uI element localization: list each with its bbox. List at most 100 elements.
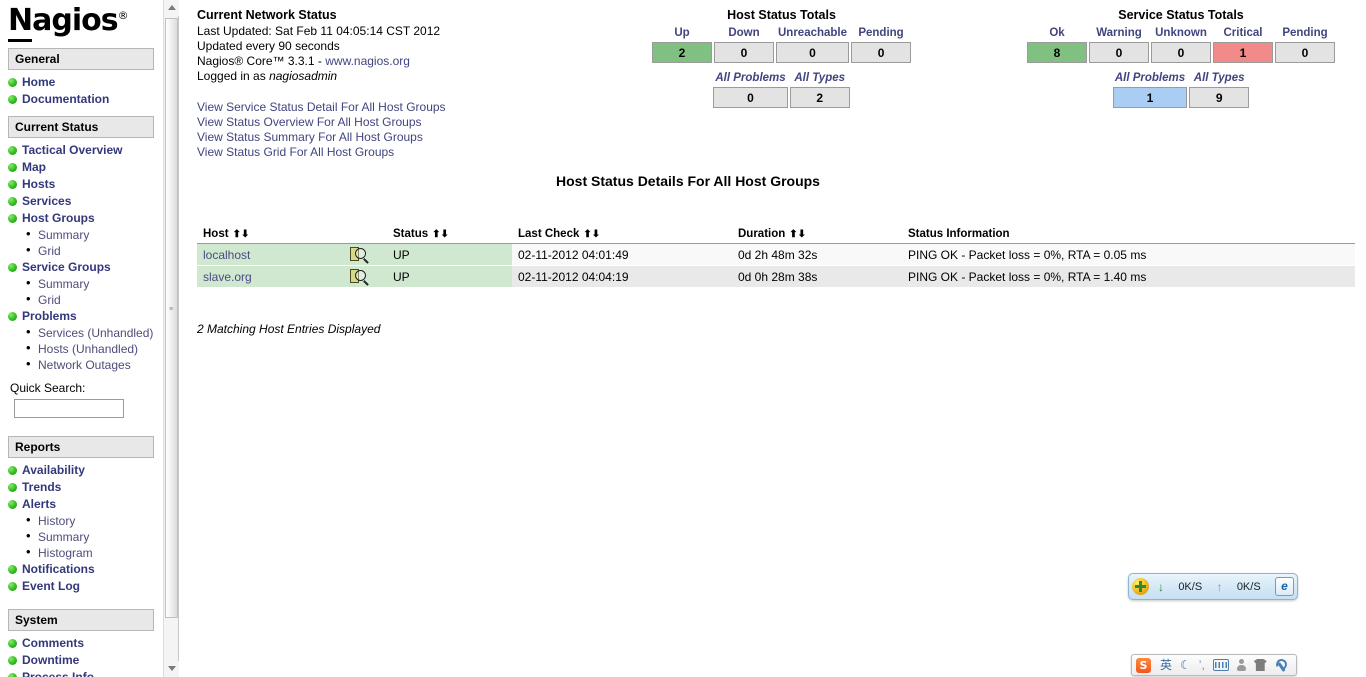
sidebar-subitem-problems-network-outages[interactable]: Network Outages [26, 356, 162, 373]
shirt-icon[interactable] [1253, 659, 1267, 671]
host-link[interactable]: slave.org [203, 270, 252, 284]
sidebar-subitem-alerts-history[interactable]: History [26, 512, 162, 529]
scrollbar-up-button[interactable] [164, 0, 179, 16]
sidebar-subitem-problems-services-unhandled[interactable]: Services (Unhandled) [26, 324, 162, 341]
host-link[interactable]: localhost [203, 248, 250, 262]
sort-desc-icon[interactable]: ⬇ [592, 229, 600, 240]
sidebar-subitem-problems-hosts-unhandled[interactable]: Hosts (Unhandled) [26, 340, 162, 357]
sidebar-item-problems[interactable]: Problems [8, 308, 162, 325]
sidebar-section-general: General [8, 48, 154, 70]
sort-asc-icon[interactable]: ⬆ [233, 229, 241, 240]
sidebar-subitem-alerts-histogram[interactable]: Histogram [26, 544, 162, 561]
sort-asc-icon[interactable]: ⬆ [789, 229, 797, 240]
host-subtotals-value-all-types[interactable]: 2 [789, 87, 850, 108]
service-subtotals-value-all-problems[interactable]: 1 [1112, 87, 1188, 108]
sidebar-item-service-groups[interactable]: Service Groups [8, 259, 162, 276]
nagios-website-link[interactable]: www.nagios.org [325, 54, 410, 68]
sidebar-item-alerts[interactable]: Alerts [8, 496, 162, 513]
link-view-status-summary[interactable]: View Status Summary For All Host Groups [197, 130, 446, 145]
service-totals-header-ok[interactable]: Ok [1027, 27, 1087, 40]
column-header-host[interactable]: Host ⬆⬇ [197, 228, 387, 244]
host-totals-value-down[interactable]: 0 [714, 42, 774, 63]
sidebar-item-event-log[interactable]: Event Log [8, 578, 162, 595]
cell-duration: 0d 0h 28m 38s [732, 265, 902, 288]
sidebar-item-availability[interactable]: Availability [8, 462, 162, 479]
sidebar-item-map[interactable]: Map [8, 159, 162, 176]
cell-host[interactable]: slave.org [197, 265, 387, 288]
ime-language-mode[interactable]: 英 [1160, 658, 1172, 673]
sidebar-item-documentation[interactable]: Documentation [8, 91, 162, 108]
sort-desc-icon[interactable]: ⬇ [798, 229, 806, 240]
sort-arrows-host[interactable]: ⬆⬇ [233, 229, 250, 240]
link-view-service-status-detail[interactable]: View Service Status Detail For All Host … [197, 100, 446, 115]
sidebar-item-notifications[interactable]: Notifications [8, 561, 162, 578]
sidebar-item-services[interactable]: Services [8, 193, 162, 210]
sidebar-scrollbar[interactable]: ≡ [163, 0, 179, 677]
link-view-status-overview[interactable]: View Status Overview For All Host Groups [197, 115, 446, 130]
sidebar-item-tactical-overview[interactable]: Tactical Overview [8, 142, 162, 159]
host-totals-value-unreachable[interactable]: 0 [776, 42, 850, 63]
sidebar-subitem-host-groups-summary[interactable]: Summary [26, 226, 162, 243]
sidebar-item-home[interactable]: Home [8, 74, 162, 91]
sidebar-subitem-service-groups-grid[interactable]: Grid [26, 291, 162, 308]
sidebar-item-hosts[interactable]: Hosts [8, 176, 162, 193]
column-header-status[interactable]: Status ⬆⬇ [387, 228, 512, 244]
sidebar-subitem-alerts-summary[interactable]: Summary [26, 528, 162, 545]
column-label: Status Information [908, 228, 1010, 240]
sidebar-item-comments[interactable]: Comments [8, 635, 162, 652]
host-totals-value-up[interactable]: 2 [652, 42, 712, 63]
wrench-icon[interactable] [1275, 659, 1288, 672]
service-totals-value-critical[interactable]: 1 [1213, 42, 1273, 63]
browser-icon[interactable]: e [1275, 577, 1294, 596]
scrollbar-down-button[interactable] [164, 661, 179, 677]
quick-search-input[interactable] [14, 399, 124, 418]
sort-desc-icon[interactable]: ⬇ [441, 229, 449, 240]
service-totals-header-pending[interactable]: Pending [1275, 27, 1335, 40]
service-totals-value-pending[interactable]: 0 [1275, 42, 1335, 63]
service-totals-value-unknown[interactable]: 0 [1151, 42, 1211, 63]
network-speed-widget[interactable]: ↓ 0K/S ↑ 0K/S e [1128, 573, 1298, 600]
sidebar-list-current-status: Tactical Overview Map Hosts Services Hos… [0, 142, 162, 373]
sort-asc-icon[interactable]: ⬆ [432, 229, 440, 240]
scrollbar-thumb[interactable]: ≡ [165, 18, 178, 618]
sidebar-subitem-service-groups-summary[interactable]: Summary [26, 275, 162, 292]
host-totals-header-unreachable[interactable]: Unreachable [776, 27, 849, 40]
sidebar-item-host-groups[interactable]: Host Groups [8, 210, 162, 227]
traffic-light-magnifier-icon[interactable] [350, 247, 366, 262]
ime-toolbar[interactable]: S 英 ☾ ’, [1131, 654, 1297, 676]
service-subtotals-value-all-types[interactable]: 9 [1189, 87, 1250, 108]
column-header-duration[interactable]: Duration ⬆⬇ [732, 228, 902, 244]
column-header-last-check[interactable]: Last Check ⬆⬇ [512, 228, 732, 244]
moon-icon[interactable]: ☾ [1180, 658, 1191, 673]
host-totals-header-up[interactable]: Up [652, 27, 712, 40]
sidebar-subitem-host-groups-grid[interactable]: Grid [26, 242, 162, 259]
nagios-logo[interactable]: Nagios® [0, 0, 162, 42]
host-totals-value-pending[interactable]: 0 [851, 42, 912, 63]
sort-arrows-last-check[interactable]: ⬆⬇ [583, 229, 600, 240]
service-totals-value-warning[interactable]: 0 [1089, 42, 1149, 63]
punctuation-icon[interactable]: ’, [1199, 658, 1205, 673]
traffic-light-magnifier-icon[interactable] [350, 269, 366, 284]
host-subtotals-table: All Problems All Types 0 2 [711, 70, 851, 110]
sort-asc-icon[interactable]: ⬆ [583, 229, 591, 240]
person-icon[interactable] [1236, 658, 1246, 672]
cell-status-information: PING OK - Packet loss = 0%, RTA = 0.05 m… [902, 243, 1355, 266]
sidebar-item-downtime[interactable]: Downtime [8, 652, 162, 669]
sort-arrows-status[interactable]: ⬆⬇ [432, 229, 449, 240]
host-subtotals-value-all-problems[interactable]: 0 [713, 87, 788, 108]
link-view-status-grid[interactable]: View Status Grid For All Host Groups [197, 145, 446, 160]
host-totals-header-down[interactable]: Down [714, 27, 774, 40]
service-totals-header-warning[interactable]: Warning [1089, 27, 1149, 40]
sogou-logo-icon[interactable]: S [1136, 657, 1151, 673]
keyboard-icon[interactable] [1212, 659, 1229, 671]
sidebar-item-label: Services [22, 194, 72, 208]
cell-host[interactable]: localhost [197, 243, 387, 266]
sidebar-item-trends[interactable]: Trends [8, 479, 162, 496]
sort-desc-icon[interactable]: ⬇ [241, 229, 249, 240]
service-totals-value-ok[interactable]: 8 [1027, 42, 1087, 63]
sort-arrows-duration[interactable]: ⬆⬇ [789, 229, 806, 240]
host-totals-header-pending[interactable]: Pending [851, 27, 911, 40]
service-totals-header-critical[interactable]: Critical [1213, 27, 1273, 40]
sidebar-item-process-info[interactable]: Process Info [8, 669, 162, 677]
service-totals-header-unknown[interactable]: Unknown [1151, 27, 1211, 40]
